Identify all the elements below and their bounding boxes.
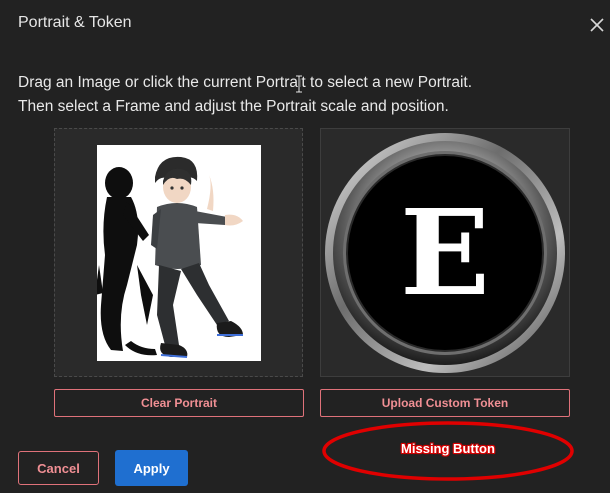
dialog-title: Portrait & Token: [18, 14, 132, 31]
instructions-text: Drag an Image or click the current Portr…: [18, 71, 472, 119]
missing-button-annotation: Missing Button: [401, 441, 495, 456]
apply-button[interactable]: Apply: [115, 450, 188, 486]
instructions-line-1: Drag an Image or click the current Portr…: [18, 74, 472, 91]
upload-custom-token-button[interactable]: Upload Custom Token: [320, 389, 570, 417]
portrait-image[interactable]: [95, 145, 261, 361]
instructions-line-2: Then select a Frame and adjust the Portr…: [18, 98, 449, 115]
token-letter: E: [400, 183, 490, 322]
clear-portrait-button[interactable]: Clear Portrait: [54, 389, 304, 417]
portrait-dropzone[interactable]: [54, 128, 303, 377]
token-frame: E: [323, 131, 567, 375]
text-cursor-icon: [294, 74, 304, 94]
close-icon[interactable]: [586, 14, 608, 36]
portrait-token-dialog: Portrait & Token Drag an Image or click …: [0, 0, 610, 493]
cancel-button[interactable]: Cancel: [18, 451, 99, 485]
token-preview-panel[interactable]: E: [320, 128, 570, 377]
